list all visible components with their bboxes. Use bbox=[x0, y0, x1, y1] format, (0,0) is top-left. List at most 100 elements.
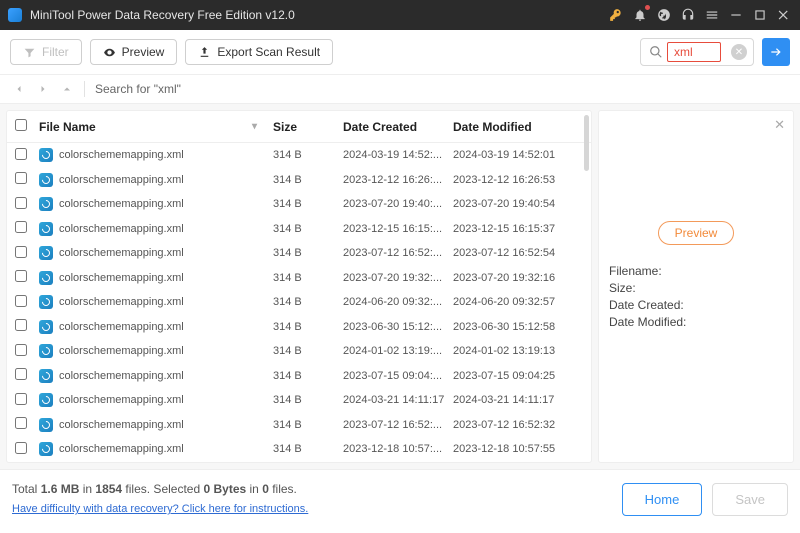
row-datecreated: 2024-06-20 09:32:... bbox=[343, 296, 453, 308]
table-row[interactable]: colorschememapping.xml314 B2023-07-20 19… bbox=[7, 462, 591, 463]
file-icon bbox=[39, 271, 53, 285]
row-filename: colorschememapping.xml bbox=[59, 296, 184, 308]
row-checkbox[interactable] bbox=[15, 319, 27, 331]
details-filename-label: Filename: bbox=[609, 264, 783, 278]
minimize-icon[interactable] bbox=[728, 7, 744, 23]
app-logo bbox=[8, 8, 22, 22]
table-row[interactable]: colorschememapping.xml 314 B2023-12-15 16… bbox=[7, 217, 591, 242]
globe-icon[interactable] bbox=[656, 7, 672, 23]
clear-search-icon[interactable]: ✕ bbox=[731, 44, 747, 60]
file-icon bbox=[39, 295, 53, 309]
row-datecreated: 2023-12-15 16:15:... bbox=[343, 223, 453, 235]
details-datemodified-label: Date Modified: bbox=[609, 315, 783, 329]
eye-icon bbox=[103, 46, 116, 59]
row-size: 314 B bbox=[273, 370, 343, 382]
headset-icon[interactable] bbox=[680, 7, 696, 23]
row-datecreated: 2024-03-19 14:52:... bbox=[343, 149, 453, 161]
row-datecreated: 2023-06-30 15:12:... bbox=[343, 321, 453, 333]
home-button[interactable]: Home bbox=[622, 483, 703, 516]
row-datemodified: 2024-01-02 13:19:13 bbox=[453, 345, 583, 357]
toolbar: Filter Preview Export Scan Result ✕ bbox=[0, 30, 800, 75]
table-row[interactable]: colorschememapping.xml 314 B 2023-07-15 09… bbox=[7, 364, 591, 389]
table-row[interactable]: colorschememapping.xml314 B2023-06-30 15… bbox=[7, 315, 591, 340]
preview-label: Preview bbox=[122, 45, 165, 59]
row-size: 314 B bbox=[273, 394, 343, 406]
row-checkbox[interactable] bbox=[15, 295, 27, 307]
arrow-right-icon bbox=[769, 45, 783, 59]
row-filename: colorschememapping.xml bbox=[59, 223, 184, 235]
filter-button[interactable]: Filter bbox=[10, 39, 82, 65]
table-row[interactable]: colorschememapping.xml314 B2023-12-18 10… bbox=[7, 437, 591, 462]
column-date-created[interactable]: Date Created bbox=[343, 120, 453, 134]
table-row[interactable]: colorschememapping.xml314 B2024-06-20 09… bbox=[7, 290, 591, 315]
nav-up-icon[interactable] bbox=[60, 82, 74, 96]
filter-icon bbox=[23, 46, 36, 59]
table-row[interactable]: colorschememapping.xml314 B2024-03-21 14… bbox=[7, 388, 591, 413]
help-link[interactable]: Have difficulty with data recovery? Clic… bbox=[12, 503, 308, 515]
navbar: Search for "xml" bbox=[0, 75, 800, 104]
row-filename: colorschememapping.xml bbox=[59, 272, 184, 284]
row-datecreated: 2023-07-20 19:40:... bbox=[343, 198, 453, 210]
table-row[interactable]: colorschememapping.xml314 B2024-03-19 14… bbox=[7, 143, 591, 168]
bell-icon[interactable] bbox=[632, 7, 648, 23]
row-filename: colorschememapping.xml bbox=[59, 321, 184, 333]
row-datemodified: 2023-07-12 16:52:54 bbox=[453, 247, 583, 259]
table-row[interactable]: colorschememapping.xml314 B2023-07-12 16… bbox=[7, 413, 591, 438]
row-checkbox[interactable] bbox=[15, 197, 27, 209]
row-datemodified: 2023-07-15 09:04:25 bbox=[453, 370, 583, 382]
row-datecreated: 2023-12-18 10:57:... bbox=[343, 443, 453, 455]
row-checkbox[interactable] bbox=[15, 221, 27, 233]
row-checkbox[interactable] bbox=[15, 417, 27, 429]
key-icon[interactable] bbox=[608, 7, 624, 23]
search-go-button[interactable] bbox=[762, 38, 790, 66]
filter-label: Filter bbox=[42, 45, 69, 59]
menu-icon[interactable] bbox=[704, 7, 720, 23]
file-icon bbox=[39, 418, 53, 432]
close-icon[interactable] bbox=[776, 7, 792, 23]
select-all-checkbox[interactable] bbox=[15, 119, 27, 131]
row-size: 314 B bbox=[273, 345, 343, 357]
row-checkbox[interactable] bbox=[15, 344, 27, 356]
table-row[interactable]: colorschememapping.xml 314 B2023-07-20 19… bbox=[7, 192, 591, 217]
export-icon bbox=[198, 46, 211, 59]
table-row[interactable]: colorschememapping.xml314 B2023-07-12 16… bbox=[7, 241, 591, 266]
table-row[interactable]: colorschememapping.xml314 B2023-07-20 19… bbox=[7, 266, 591, 291]
row-checkbox[interactable] bbox=[15, 368, 27, 380]
row-filename: colorschememapping.xml bbox=[59, 198, 184, 210]
row-size: 314 B bbox=[273, 198, 343, 210]
table-row[interactable]: colorschememapping.xml314 B2023-12-12 16… bbox=[7, 168, 591, 193]
file-icon bbox=[39, 442, 53, 456]
row-checkbox[interactable] bbox=[15, 172, 27, 184]
row-datemodified: 2023-07-12 16:52:32 bbox=[453, 419, 583, 431]
nav-forward-icon[interactable] bbox=[36, 82, 50, 96]
row-size: 314 B bbox=[273, 223, 343, 235]
table-body: colorschememapping.xml 314 B 2024-03-19 14… bbox=[7, 143, 591, 462]
row-datecreated: 2023-07-20 19:32:... bbox=[343, 272, 453, 284]
row-checkbox[interactable] bbox=[15, 246, 27, 258]
row-datecreated: 2023-12-12 16:26:... bbox=[343, 174, 453, 186]
row-checkbox[interactable] bbox=[15, 270, 27, 282]
details-size-label: Size: bbox=[609, 281, 783, 295]
panel-close-icon[interactable]: ✕ bbox=[774, 117, 785, 133]
search-box: ✕ bbox=[640, 38, 754, 66]
search-input[interactable] bbox=[670, 43, 718, 61]
export-button[interactable]: Export Scan Result bbox=[185, 39, 333, 65]
column-date-modified[interactable]: Date Modified bbox=[453, 120, 583, 134]
column-size[interactable]: Size bbox=[273, 120, 343, 134]
row-checkbox[interactable] bbox=[15, 148, 27, 160]
column-filename[interactable]: File Name▾ bbox=[39, 120, 273, 134]
preview-button[interactable]: Preview bbox=[90, 39, 178, 65]
file-icon bbox=[39, 320, 53, 334]
table-row[interactable]: colorschememapping.xml314 B2024-01-02 13… bbox=[7, 339, 591, 364]
row-filename: colorschememapping.xml bbox=[59, 149, 184, 161]
row-filename: colorschememapping.xml bbox=[59, 370, 184, 382]
row-filename: colorschememapping.xml bbox=[59, 394, 184, 406]
footer: Total 1.6 MB in 1854 files. Selected 0 B… bbox=[0, 469, 800, 533]
row-checkbox[interactable] bbox=[15, 393, 27, 405]
details-preview-button[interactable]: Preview bbox=[658, 221, 735, 245]
maximize-icon[interactable] bbox=[752, 7, 768, 23]
save-button[interactable]: Save bbox=[712, 483, 788, 516]
nav-back-icon[interactable] bbox=[12, 82, 26, 96]
file-icon bbox=[39, 222, 53, 236]
row-checkbox[interactable] bbox=[15, 442, 27, 454]
